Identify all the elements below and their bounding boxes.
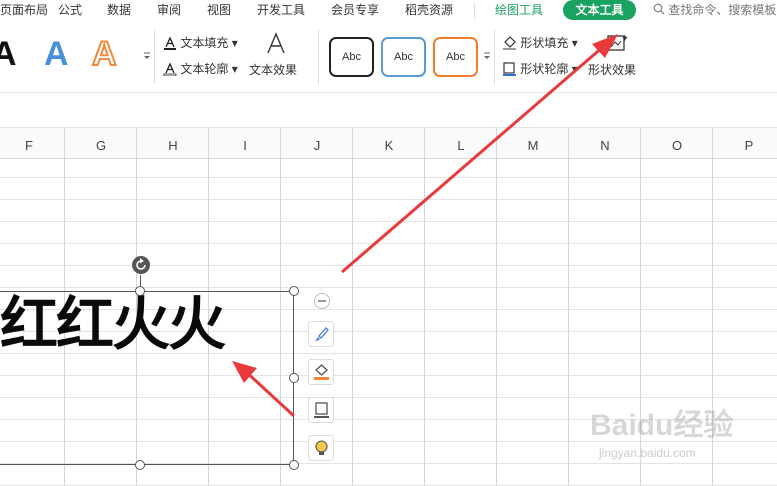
menu-data[interactable]: 数据 xyxy=(107,0,131,22)
shape-effect-icon xyxy=(607,35,628,51)
text-effect-icon xyxy=(267,32,285,54)
menu-docer[interactable]: 稻壳资源 xyxy=(405,0,453,22)
menu-page-layout[interactable]: 页面布局 xyxy=(0,0,48,22)
text-effect-label: 文本效果 xyxy=(249,63,298,77)
text-fill-button[interactable]: 文本填充 ▾ xyxy=(163,35,238,51)
smart-suggest-button[interactable] xyxy=(308,435,334,461)
menu-member[interactable]: 会员专享 xyxy=(331,0,379,22)
text-style-more-icon[interactable] xyxy=(143,50,151,60)
column-header-dividers xyxy=(64,128,713,158)
tab-drawing-tools[interactable]: 绘图工具 xyxy=(495,0,543,22)
shape-style-3[interactable]: Abc xyxy=(433,37,478,77)
text-style-blue[interactable]: A xyxy=(44,34,69,74)
menu-divider xyxy=(474,3,475,19)
menu-view[interactable]: 视图 xyxy=(207,0,231,22)
shape-fill-label: 形状填充 xyxy=(520,36,569,50)
text-style-orange-outline[interactable]: A xyxy=(91,34,118,74)
shape-outline-icon xyxy=(314,402,329,418)
shape-effect-button[interactable]: 形状效果 xyxy=(587,32,649,80)
text-fill-icon xyxy=(164,36,176,50)
search-icon xyxy=(653,3,665,15)
resize-handle-top-right[interactable] xyxy=(289,286,299,296)
ribbon-divider-1 xyxy=(154,30,155,84)
resize-handle-bottom[interactable] xyxy=(135,460,145,470)
shape-effect-label: 形状效果 xyxy=(588,63,637,77)
baidu-watermark: Baidu经验 xyxy=(590,409,734,442)
ribbon-divider-3 xyxy=(494,30,495,84)
rotate-handle-stem xyxy=(140,275,141,286)
shape-style-1[interactable]: Abc xyxy=(329,37,374,77)
rotate-handle-icon[interactable] xyxy=(131,255,151,275)
shape-outline-icon xyxy=(503,62,516,76)
paint-bucket-icon xyxy=(314,364,329,380)
textbox-selection-frame[interactable] xyxy=(0,291,294,465)
tab-text-tools[interactable]: 文本工具 xyxy=(563,0,636,20)
resize-handle-top[interactable] xyxy=(135,286,145,296)
shape-style-more-icon[interactable] xyxy=(483,50,491,60)
menu-review[interactable]: 审阅 xyxy=(157,0,181,22)
text-outline-button[interactable]: 文本轮廓 ▾ xyxy=(163,61,238,77)
menu-bar: 页面布局 公式 数据 审阅 视图 开发工具 会员专享 稻壳资源 绘图工具 文本工… xyxy=(0,0,777,22)
shape-outline-button[interactable]: 形状轮廓 ▾ xyxy=(502,61,578,77)
fill-color-button[interactable] xyxy=(308,359,334,385)
shape-style-2[interactable]: Abc xyxy=(381,37,426,77)
paint-bucket-icon xyxy=(503,36,516,50)
text-effect-button[interactable]: 文本效果 xyxy=(247,32,309,80)
resize-handle-right[interactable] xyxy=(289,373,299,383)
resize-handle-bottom-right[interactable] xyxy=(289,460,299,470)
search-placeholder: 查找命令、搜索模板 xyxy=(668,3,777,17)
shape-fill-button[interactable]: 形状填充 ▾ xyxy=(502,35,578,51)
brush-icon xyxy=(315,327,329,341)
style-brush-button[interactable] xyxy=(308,321,334,347)
baidu-watermark-url: jingyan.baidu.com xyxy=(599,446,696,460)
lightbulb-icon xyxy=(315,440,328,455)
ribbon-divider-2 xyxy=(318,30,319,84)
menu-formula[interactable]: 公式 xyxy=(58,0,82,22)
text-outline-icon xyxy=(163,62,177,77)
search-box[interactable]: 查找命令、搜索模板 xyxy=(653,0,776,22)
menu-developer[interactable]: 开发工具 xyxy=(257,0,305,22)
text-style-black[interactable]: A xyxy=(0,34,17,74)
outline-color-button[interactable] xyxy=(308,397,334,423)
text-outline-label: 文本轮廓 xyxy=(180,62,229,76)
formula-bar[interactable] xyxy=(0,93,777,128)
text-fill-label: 文本填充 xyxy=(180,36,229,50)
shape-outline-label: 形状轮廓 xyxy=(520,62,569,76)
collapse-toolbar-icon[interactable] xyxy=(313,292,331,310)
